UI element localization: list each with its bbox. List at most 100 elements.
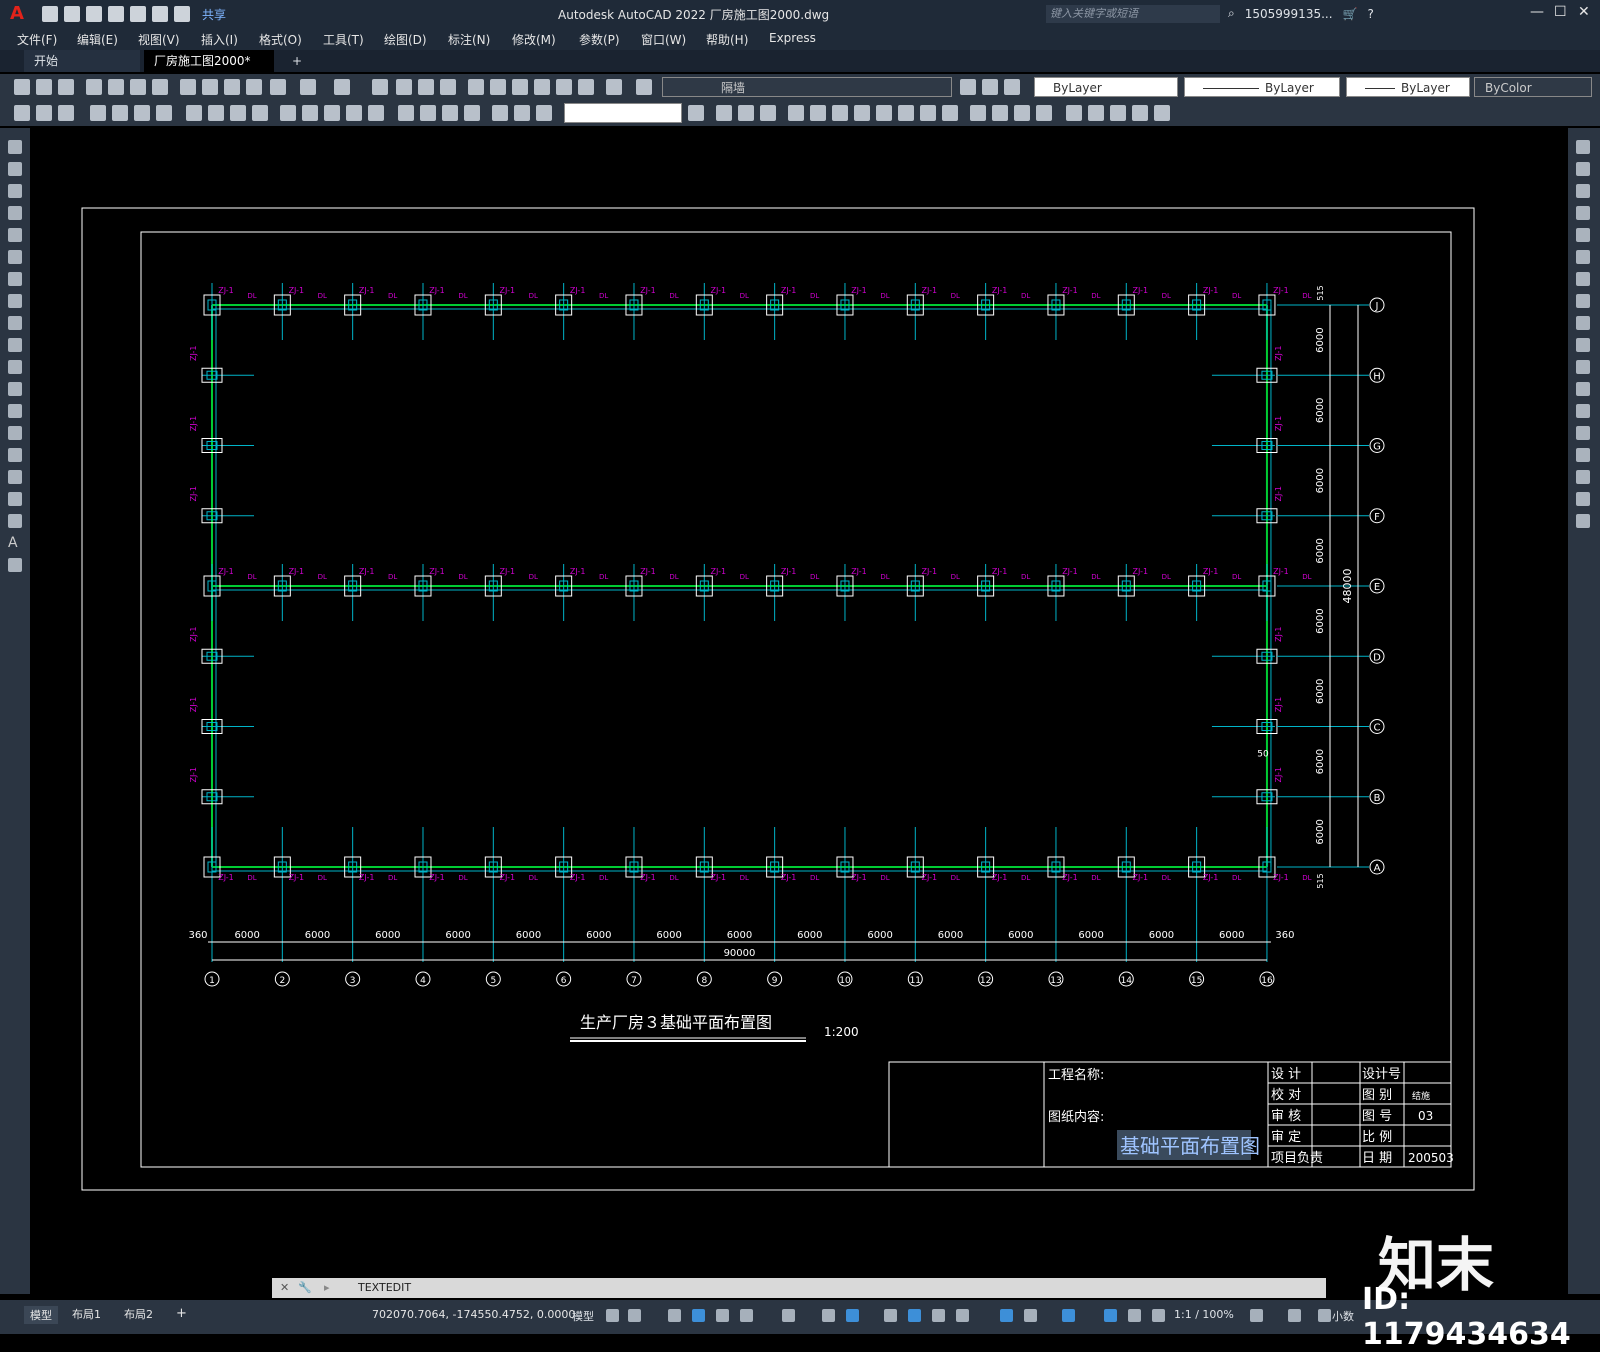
baseline-dimension-icon[interactable] xyxy=(302,105,318,121)
mirror-icon[interactable] xyxy=(760,105,776,121)
ortho-icon[interactable] xyxy=(716,1309,729,1322)
coordinates-readout[interactable]: 702070.7064, -174550.4752, 0.0000 xyxy=(372,1308,575,1321)
properties-icon[interactable] xyxy=(468,79,484,95)
region-icon[interactable] xyxy=(8,492,22,506)
save-icon[interactable] xyxy=(86,6,102,22)
arc-length-icon[interactable] xyxy=(134,105,150,121)
trim-icon[interactable] xyxy=(920,105,936,121)
undo-icon[interactable] xyxy=(152,6,168,22)
tool-palettes-icon[interactable] xyxy=(512,79,528,95)
autocad-logo-icon[interactable]: A xyxy=(6,3,28,25)
radius-dimension-icon[interactable] xyxy=(186,105,202,121)
menu-window[interactable]: 窗口(W) xyxy=(641,31,686,48)
annotation-visibility-icon[interactable] xyxy=(1104,1309,1117,1322)
dimension-break-icon[interactable] xyxy=(368,105,384,121)
rotate-icon[interactable] xyxy=(854,105,870,121)
rectangle-icon[interactable] xyxy=(8,228,22,242)
chamfer-icon[interactable] xyxy=(1014,105,1030,121)
linetype-dropdown[interactable]: ByLayer xyxy=(1184,77,1340,97)
lineweight-dropdown[interactable]: ByLayer xyxy=(1346,77,1470,97)
publish-icon[interactable] xyxy=(130,79,146,95)
tolerance-icon[interactable] xyxy=(398,105,414,121)
menu-draw[interactable]: 绘图(D) xyxy=(384,31,427,48)
point-icon[interactable] xyxy=(8,426,22,440)
lineweight-icon[interactable] xyxy=(884,1309,897,1322)
transparency-icon[interactable] xyxy=(908,1309,921,1322)
array-icon[interactable] xyxy=(1576,228,1590,242)
explode-icon[interactable] xyxy=(1576,514,1590,528)
undo-icon[interactable] xyxy=(300,79,316,95)
command-close-icon[interactable]: ✕ xyxy=(280,1278,289,1298)
zoom-previous-icon[interactable] xyxy=(440,79,456,95)
annotation-scale-icon[interactable] xyxy=(1152,1309,1165,1322)
add-selected-icon[interactable] xyxy=(8,558,22,572)
scale-icon[interactable] xyxy=(876,105,892,121)
grid-icon[interactable] xyxy=(606,1309,619,1322)
arc-icon[interactable] xyxy=(8,250,22,264)
offset-icon[interactable] xyxy=(788,105,804,121)
gradient-icon[interactable] xyxy=(8,470,22,484)
annotation-scale-value[interactable]: 1:1 / 100% xyxy=(1174,1308,1234,1321)
plotstyle-dropdown[interactable]: ByColor xyxy=(1474,77,1592,97)
erase-icon[interactable] xyxy=(1576,140,1590,154)
ungroup-icon[interactable] xyxy=(1132,105,1148,121)
object-snap-tracking-icon[interactable] xyxy=(822,1309,835,1322)
hatch-icon[interactable] xyxy=(8,448,22,462)
move-icon[interactable] xyxy=(832,105,848,121)
content-value[interactable]: 基础平面布置图 xyxy=(1120,1134,1260,1158)
menu-file[interactable]: 文件(F) xyxy=(17,31,57,48)
ellipse-icon[interactable] xyxy=(8,338,22,352)
extend-icon[interactable] xyxy=(1576,360,1590,374)
markup-icon[interactable] xyxy=(556,79,572,95)
drawing-canvas[interactable]: ZJ-1 DL ZJ-1 DL ZJ-1 DL ZJ-1 DL ZJ-1 DL ZJ-1 DL ZJ-1… xyxy=(30,128,1568,1294)
stretch-icon[interactable] xyxy=(898,105,914,121)
calculator-icon[interactable] xyxy=(578,79,594,95)
quick-dimension-icon[interactable] xyxy=(280,105,296,121)
group-icon[interactable] xyxy=(1110,105,1126,121)
menu-format[interactable]: 格式(O) xyxy=(259,31,302,48)
redo-icon[interactable] xyxy=(334,79,350,95)
tab-layout2[interactable]: 布局2 xyxy=(124,1306,153,1322)
array-icon[interactable] xyxy=(810,105,826,121)
infer-constraints-icon[interactable] xyxy=(668,1309,681,1322)
continue-dimension-icon[interactable] xyxy=(324,105,340,121)
new-tab-button[interactable]: + xyxy=(282,50,312,72)
object-snap-icon[interactable] xyxy=(846,1309,859,1322)
bring-front-icon[interactable] xyxy=(1154,105,1170,121)
units-value[interactable]: 小数 xyxy=(1332,1308,1354,1324)
tab-model[interactable]: 模型 xyxy=(24,1306,58,1324)
trim-icon[interactable] xyxy=(1576,338,1590,352)
zoom-realtime-icon[interactable] xyxy=(396,79,412,95)
insert-icon[interactable] xyxy=(8,382,22,396)
dimension-edit-icon[interactable] xyxy=(492,105,508,121)
dynamic-ucs-icon[interactable] xyxy=(1000,1309,1013,1322)
dimension-space-icon[interactable] xyxy=(346,105,362,121)
layer-properties-icon[interactable] xyxy=(636,79,652,95)
menu-edit[interactable]: 编辑(E) xyxy=(77,31,118,48)
tab-layout1[interactable]: 布局1 xyxy=(72,1306,101,1322)
open-file-icon[interactable] xyxy=(64,6,80,22)
rotate-icon[interactable] xyxy=(1576,272,1590,286)
cart-icon[interactable]: 🛒 xyxy=(1343,7,1358,21)
draworder-icon[interactable] xyxy=(1088,105,1104,121)
offset-icon[interactable] xyxy=(1576,206,1590,220)
layer-previous-icon[interactable] xyxy=(982,79,998,95)
units-icon[interactable] xyxy=(1318,1309,1331,1322)
jogged-dimension-icon[interactable] xyxy=(208,105,224,121)
tab-drawing[interactable]: 厂房施工图2000* ✕ xyxy=(144,50,274,90)
construction-line-icon[interactable] xyxy=(8,162,22,176)
mirror-icon[interactable] xyxy=(1576,184,1590,198)
menu-tools[interactable]: 工具(T) xyxy=(323,31,364,48)
plot-icon[interactable] xyxy=(130,6,146,22)
gizmo-icon[interactable] xyxy=(1062,1309,1075,1322)
erase-icon[interactable] xyxy=(716,105,732,121)
open-icon[interactable] xyxy=(36,79,52,95)
break-icon[interactable] xyxy=(1576,404,1590,418)
minimize-button[interactable]: — xyxy=(1530,4,1544,20)
command-customize-icon[interactable]: 🔧 xyxy=(298,1278,312,1298)
make-block-icon[interactable] xyxy=(8,404,22,418)
menu-insert[interactable]: 插入(I) xyxy=(201,31,238,48)
model-space-button[interactable]: 模型 xyxy=(572,1308,594,1324)
selection-cycling-icon[interactable] xyxy=(932,1309,945,1322)
menu-dimension[interactable]: 标注(N) xyxy=(448,31,490,48)
